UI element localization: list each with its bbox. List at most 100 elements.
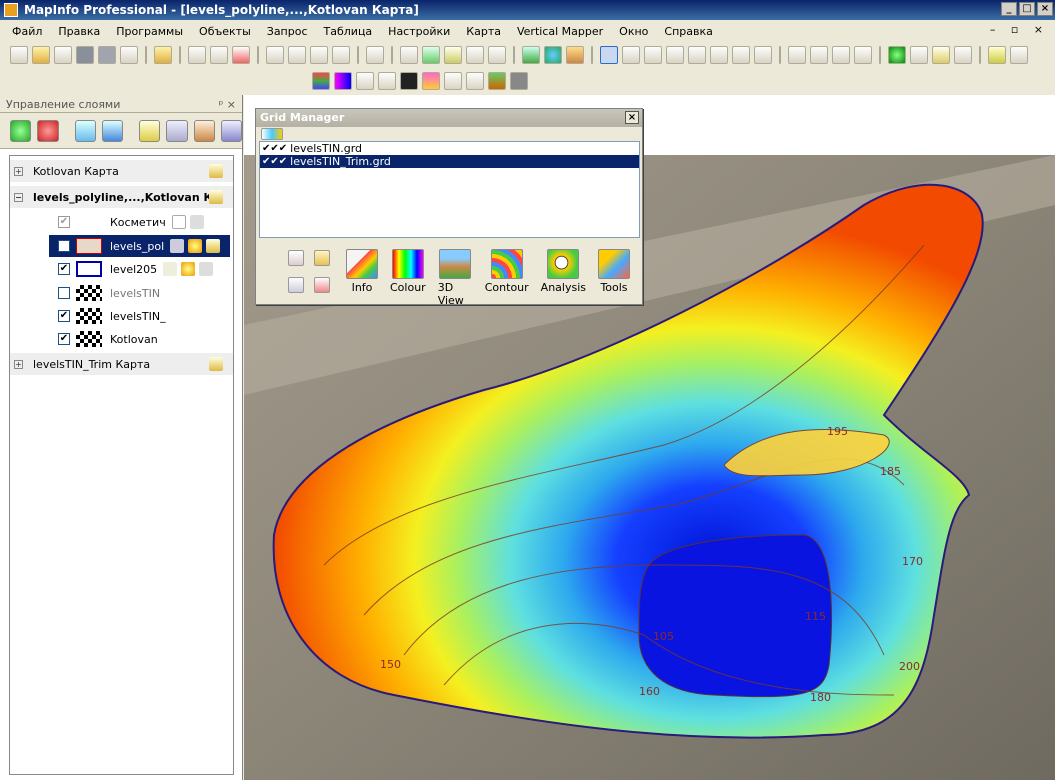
layer-panel-pin-close[interactable]: ᵖ × bbox=[219, 98, 236, 111]
editable-icon[interactable] bbox=[170, 239, 185, 253]
new-folder-icon[interactable] bbox=[314, 250, 330, 266]
label-tag-icon[interactable] bbox=[209, 357, 223, 371]
save-icon[interactable] bbox=[76, 46, 94, 64]
grid-terrain-icon[interactable] bbox=[510, 72, 528, 90]
expand-icon[interactable]: + bbox=[14, 166, 23, 176]
change-view-icon[interactable] bbox=[832, 46, 850, 64]
invert-select-icon[interactable] bbox=[732, 46, 750, 64]
menu-query[interactable]: Запрос bbox=[259, 25, 316, 38]
info-tool-icon[interactable] bbox=[888, 46, 906, 64]
layer-row-levels-pol[interactable]: ✔ levels_pol bbox=[49, 235, 230, 257]
layer-row-levelstin[interactable]: levelsTIN bbox=[58, 282, 160, 304]
grid-file-item[interactable]: ✔✔✔ levelsTIN_Trim.grd bbox=[260, 155, 639, 168]
layer-display-icon[interactable] bbox=[139, 119, 161, 142]
grid-manager-close-button[interactable]: × bbox=[625, 111, 639, 124]
maximize-button[interactable]: □ bbox=[1019, 2, 1035, 16]
save-as-icon[interactable] bbox=[98, 46, 116, 64]
grid-colour-icon[interactable] bbox=[334, 72, 352, 90]
grid-stack-icon[interactable] bbox=[488, 72, 506, 90]
colour-button[interactable]: Colour bbox=[390, 249, 426, 294]
menu-help[interactable]: Справка bbox=[656, 25, 720, 38]
grid-legend-icon[interactable] bbox=[261, 128, 283, 140]
delete-grid-icon[interactable] bbox=[314, 277, 330, 293]
label-tag-icon[interactable] bbox=[199, 262, 214, 276]
grid-file-checks[interactable]: ✔✔✔ bbox=[262, 143, 287, 154]
open-icon[interactable] bbox=[32, 46, 50, 64]
new-layout-icon[interactable] bbox=[466, 46, 484, 64]
select-arrow-icon[interactable] bbox=[600, 46, 618, 64]
move-down-icon[interactable] bbox=[101, 119, 123, 142]
layer-style-icon[interactable] bbox=[166, 119, 188, 142]
grid-shade-icon[interactable] bbox=[422, 72, 440, 90]
menu-edit[interactable]: Правка bbox=[50, 25, 108, 38]
layer-visible-checkbox[interactable]: ✔ bbox=[58, 240, 70, 252]
grid-properties-icon[interactable] bbox=[288, 277, 304, 293]
grid-file-item[interactable]: ✔✔✔ levelsTIN.grd bbox=[260, 142, 639, 155]
grid-info-icon[interactable] bbox=[356, 72, 374, 90]
layer-visible-checkbox[interactable]: ✔ bbox=[58, 333, 70, 345]
open-grid-icon[interactable] bbox=[288, 250, 304, 266]
zoom-out-icon[interactable] bbox=[810, 46, 828, 64]
clear-icon[interactable] bbox=[332, 46, 350, 64]
close-button[interactable]: × bbox=[1037, 2, 1053, 16]
grid-timer-icon[interactable] bbox=[444, 72, 462, 90]
collapse-icon[interactable]: − bbox=[14, 192, 23, 202]
marquee-select-icon[interactable] bbox=[622, 46, 640, 64]
label-tool-icon[interactable] bbox=[932, 46, 950, 64]
autolabel-icon[interactable] bbox=[189, 215, 204, 229]
drag-map-icon[interactable] bbox=[954, 46, 972, 64]
layer-row-level205[interactable]: ✔ level205 bbox=[58, 258, 214, 280]
grid-layers-icon[interactable] bbox=[312, 72, 330, 90]
new-graph-icon[interactable] bbox=[444, 46, 462, 64]
open-workspace-icon[interactable] bbox=[54, 46, 72, 64]
open-folder-icon[interactable] bbox=[154, 46, 172, 64]
radius-select-icon[interactable] bbox=[644, 46, 662, 64]
zoom-in-icon[interactable] bbox=[788, 46, 806, 64]
layer-row-levels-polyline-map[interactable]: − levels_polyline,...,Kotlovan К bbox=[10, 186, 233, 208]
layer-control-icon[interactable] bbox=[522, 46, 540, 64]
add-layer-icon[interactable] bbox=[10, 119, 32, 142]
cut-icon[interactable] bbox=[266, 46, 284, 64]
layer-label-icon[interactable] bbox=[193, 119, 215, 142]
layer-visible-checkbox[interactable] bbox=[58, 287, 70, 299]
tools-button[interactable]: Tools bbox=[598, 249, 630, 294]
layer-row-kotlovan-map[interactable]: + Kotlovan Карта bbox=[10, 160, 233, 182]
grid-manager-titlebar[interactable]: Grid Manager × bbox=[256, 109, 642, 127]
layer-visible-checkbox[interactable]: ✔ bbox=[58, 310, 70, 322]
layer-row-levelstin-trim-map[interactable]: + levelsTIN_Trim Карта bbox=[10, 353, 233, 375]
grid-profile-icon[interactable] bbox=[400, 72, 418, 90]
layer-options-icon[interactable] bbox=[220, 119, 242, 142]
expand-icon[interactable]: + bbox=[14, 359, 23, 369]
print-icon[interactable] bbox=[210, 46, 228, 64]
info-button[interactable]: Info bbox=[346, 249, 378, 294]
layer-row-levelstin-trim[interactable]: ✔ levelsTIN_ bbox=[58, 305, 166, 327]
new-map-icon[interactable] bbox=[422, 46, 440, 64]
unselect-icon[interactable] bbox=[710, 46, 728, 64]
autolabel-icon[interactable] bbox=[188, 239, 203, 253]
layer-visible-checkbox[interactable]: ✔ bbox=[58, 263, 70, 275]
boundary-select-icon[interactable] bbox=[688, 46, 706, 64]
grabber-hand-icon[interactable] bbox=[854, 46, 872, 64]
paste-icon[interactable] bbox=[310, 46, 328, 64]
tool-manager-icon[interactable] bbox=[566, 46, 584, 64]
menu-window[interactable]: Окно bbox=[611, 25, 656, 38]
mdi-controls[interactable]: – ▫ × bbox=[990, 23, 1049, 36]
graph-select-icon[interactable] bbox=[754, 46, 772, 64]
label-tag-icon[interactable] bbox=[206, 239, 221, 253]
hotlink-icon[interactable] bbox=[910, 46, 928, 64]
autolabel-icon[interactable] bbox=[181, 262, 196, 276]
grid-file-checks[interactable]: ✔✔✔ bbox=[262, 156, 287, 167]
new-redistrict-icon[interactable] bbox=[488, 46, 506, 64]
copy-icon[interactable] bbox=[288, 46, 306, 64]
export-pdf-icon[interactable] bbox=[232, 46, 250, 64]
menu-objects[interactable]: Объекты bbox=[191, 25, 259, 38]
move-up-icon[interactable] bbox=[74, 119, 96, 142]
layer-row-kotlovan[interactable]: ✔ Kotlovan bbox=[58, 328, 158, 350]
polygon-select-icon[interactable] bbox=[666, 46, 684, 64]
3d-view-button[interactable]: 3D View bbox=[438, 249, 473, 307]
layers-icon[interactable] bbox=[988, 46, 1006, 64]
layer-row-cosmetic[interactable]: ✔ Косметич bbox=[58, 211, 204, 233]
label-tag-icon[interactable] bbox=[209, 190, 223, 204]
globe-icon[interactable] bbox=[544, 46, 562, 64]
label-tag-icon[interactable] bbox=[209, 164, 223, 178]
